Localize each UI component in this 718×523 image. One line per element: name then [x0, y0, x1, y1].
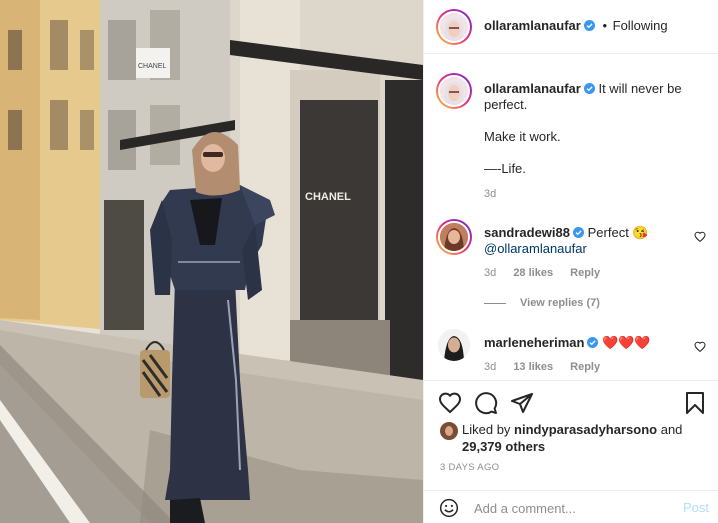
heart-icon[interactable] — [438, 391, 462, 415]
caption: ollaramlanaufar It will never be perfect… — [436, 73, 706, 208]
liked-by-and: and — [660, 422, 683, 437]
likes-summary: Liked by nindyparasadyharsono and 29,379… — [462, 421, 682, 455]
view-replies-line — [484, 302, 506, 304]
header-separator: • — [602, 18, 608, 33]
liked-by-user[interactable]: nindyparasadyharsono — [514, 422, 657, 437]
emoji-icon[interactable] — [439, 498, 459, 518]
caption-age[interactable]: 3d — [484, 188, 496, 200]
post-header: ollaramlanaufar • Following — [424, 0, 718, 54]
comment-age[interactable]: 3d — [484, 361, 496, 373]
verified-icon — [573, 227, 584, 238]
comment-text: ❤️❤️❤️ — [602, 335, 651, 350]
post-photo[interactable]: CHANEL CHANEL — [0, 0, 423, 523]
post-side-panel: ollaramlanaufar • Following ollaramlanau… — [423, 0, 718, 523]
comment-age[interactable]: 3d — [484, 267, 496, 279]
comment-username[interactable]: marleneheriman — [484, 335, 584, 350]
comment-likes-count[interactable]: 28 likes — [513, 267, 553, 279]
caption-meta: 3d — [484, 188, 510, 200]
post-actions: Liked by nindyparasadyharsono and 29,379… — [424, 380, 718, 523]
comment-likes-count[interactable]: 13 likes — [513, 361, 553, 373]
comment-item: marleneheriman ❤️❤️❤️ 3d 13 likes Reply — [436, 327, 706, 380]
add-comment-bar: Post — [424, 490, 718, 523]
comment-like-heart-icon[interactable] — [694, 341, 706, 353]
comment-icon[interactable] — [474, 391, 498, 415]
verified-icon — [583, 20, 595, 31]
bookmark-icon[interactable] — [683, 391, 707, 415]
comment-avatar-ring[interactable] — [436, 219, 472, 255]
caption-line-3: —-Life. — [484, 161, 526, 176]
post-date[interactable]: 3 DAYS AGO — [440, 462, 499, 473]
likes-others-count[interactable]: 29,379 others — [462, 439, 545, 454]
author-avatar — [438, 11, 470, 43]
comment-input[interactable] — [474, 498, 664, 518]
share-icon[interactable] — [510, 391, 534, 415]
caption-line-2: Make it work. — [484, 129, 561, 144]
street-scene-image: CHANEL CHANEL — [0, 0, 423, 523]
liked-by-avatar[interactable] — [440, 422, 458, 440]
comment-avatar — [438, 221, 470, 253]
comments-list[interactable]: ollaramlanaufar It will never be perfect… — [424, 55, 718, 380]
verified-icon — [587, 337, 599, 348]
comment-avatar[interactable] — [438, 329, 470, 361]
caption-avatar — [438, 75, 470, 107]
caption-avatar-ring[interactable] — [436, 73, 472, 109]
comment-text: Perfect 😘 — [587, 225, 649, 240]
photo-store-sign: CHANEL — [305, 191, 351, 203]
author-avatar-ring[interactable] — [436, 9, 472, 45]
comment-reply-button[interactable]: Reply — [570, 267, 600, 279]
comment-like-heart-icon[interactable] — [694, 231, 706, 243]
verified-icon — [583, 83, 595, 94]
comment-mention-link[interactable]: @ollaramlanaufar — [484, 241, 684, 257]
post-comment-button[interactable]: Post — [683, 500, 709, 515]
author-username[interactable]: ollaramlanaufar — [484, 18, 581, 33]
view-replies-button[interactable]: View replies (7) — [520, 297, 600, 309]
liked-by-prefix: Liked by — [462, 422, 511, 437]
comment-username[interactable]: sandradewi88 — [484, 225, 570, 240]
comment-reply-button[interactable]: Reply — [570, 361, 600, 373]
following-button[interactable]: Following — [613, 18, 668, 33]
comment-item: sandradewi88 Perfect 😘 @ollaramlanaufar … — [436, 219, 706, 319]
photo-store-sign-small: CHANEL — [138, 63, 167, 70]
caption-username[interactable]: ollaramlanaufar — [484, 81, 581, 96]
